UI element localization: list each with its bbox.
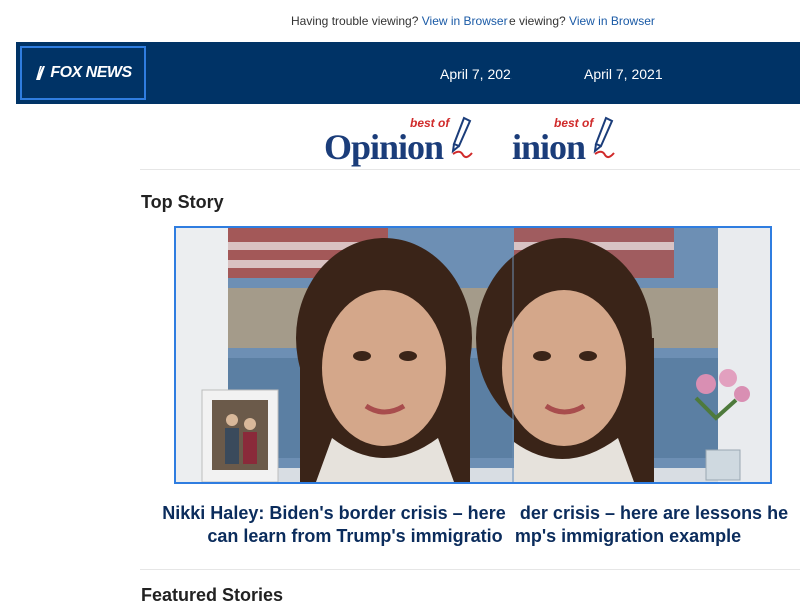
header-bar: FOX NEWS April 7, 2021 April 7, 2021 xyxy=(16,42,800,104)
fox-news-logo[interactable]: FOX NEWS xyxy=(20,46,146,100)
headline-line-2-part-2: mp's immigration example xyxy=(514,526,742,546)
top-story-photo xyxy=(176,228,770,482)
headline-line-1-part-2: der crisis – here are lessons he xyxy=(519,503,789,523)
divider xyxy=(140,169,800,170)
trouble-text: Having trouble viewing? xyxy=(291,14,419,28)
pen-icon xyxy=(451,116,473,159)
logo-text: FOX NEWS xyxy=(50,64,132,81)
headline-line-2-part-1: can learn from Trump's immigratio xyxy=(207,526,503,546)
pen-icon xyxy=(593,116,615,159)
divider xyxy=(140,569,800,570)
fox-news-logo-icon xyxy=(36,66,46,80)
header-date-clipped: April 7, 2021 xyxy=(440,66,512,82)
headline-line-1-part-1: Nikki Haley: Biden's border crisis – her… xyxy=(162,503,506,523)
header-date: April 7, 2021 xyxy=(584,66,663,82)
best-of-opinion-banner: Opinion best of inion best of xyxy=(140,112,800,168)
opinion-logo-duplicate: inion best of xyxy=(512,112,642,168)
featured-stories-heading: Featured Stories xyxy=(141,585,284,605)
top-story-headline-line-1[interactable]: Nikki Haley: Biden's border crisis – her… xyxy=(150,501,800,525)
opinion-logo: Opinion best of xyxy=(324,112,474,168)
trouble-text-tail: e viewing? xyxy=(509,14,566,28)
top-story-headline-line-2[interactable]: can learn from Trump's immigratio mp's i… xyxy=(150,524,800,548)
opinion-word: Opinion xyxy=(324,127,444,167)
best-of-label-duplicate: best of xyxy=(554,116,594,130)
view-in-browser-link-duplicate[interactable]: View in Browser xyxy=(569,14,655,28)
top-story-image[interactable] xyxy=(174,226,772,484)
trouble-segment-1: Having trouble viewing? View in Browser xyxy=(291,14,509,30)
opinion-word-clipped: inion xyxy=(512,127,586,167)
top-story-heading: Top Story xyxy=(141,192,224,212)
view-in-browser-bar: Having trouble viewing? View in Browser … xyxy=(0,0,800,42)
view-in-browser-link[interactable]: View in Browser xyxy=(422,14,508,28)
best-of-label: best of xyxy=(410,116,450,130)
trouble-segment-2: e viewing? View in Browser xyxy=(509,14,659,30)
